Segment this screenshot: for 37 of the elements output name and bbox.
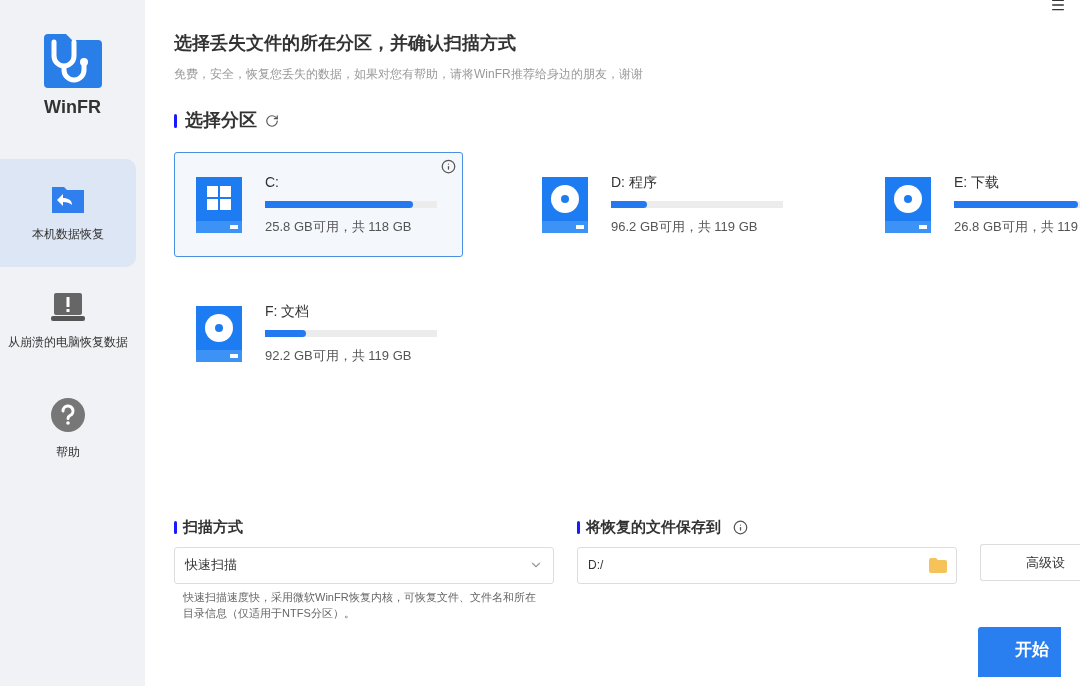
usage-text: 25.8 GB可用，共 118 GB (265, 218, 413, 237)
partition-name: C: (265, 173, 280, 193)
app-name: WinFR (44, 96, 101, 119)
save-path-field[interactable]: D:/ (577, 546, 957, 584)
stethoscope-logo-icon (43, 34, 102, 88)
section-marker (577, 520, 580, 534)
laptop-warning-icon (50, 291, 86, 323)
partition-name: F: 文档 (265, 302, 311, 322)
section-title: 将恢复的文件保存到 (586, 517, 721, 537)
info-icon[interactable] (441, 159, 456, 174)
partition-name: D: 程序 (611, 173, 658, 193)
partition-card[interactable]: C: 25.8 GB可用，共 118 GB (174, 152, 463, 257)
advanced-settings-button[interactable]: 高级设 (980, 544, 1080, 581)
section-title: 扫描方式 (183, 517, 243, 537)
windows-drive-icon (196, 176, 242, 233)
refresh-icon[interactable] (265, 113, 279, 128)
sidebar-item[interactable]: 帮助 (0, 375, 136, 483)
section-marker (174, 520, 177, 534)
help-icon (50, 397, 86, 433)
usage-text: 92.2 GB可用，共 119 GB (265, 347, 413, 366)
sidebar-item[interactable]: 从崩溃的电脑恢复数据 (0, 267, 136, 375)
scan-mode-description: 快速扫描速度快，采用微软WinFR恢复内核，可恢复文件、文件名和所在目录信息（仅适用于NTFS分区）。 (182, 589, 537, 621)
partition-name: E: 下载 (954, 173, 1001, 193)
menu-icon[interactable] (1050, 0, 1066, 13)
usage-text: 96.2 GB可用，共 119 GB (611, 218, 759, 237)
section-marker (174, 113, 177, 128)
page-title: 选择丢失文件的所在分区，并确认扫描方式 (174, 32, 517, 55)
section-title: 选择分区 (185, 109, 257, 132)
scan-mode-dropdown[interactable]: 快速扫描 (174, 546, 554, 584)
disc-drive-icon (885, 176, 931, 233)
page-subtitle: 免费，安全，恢复您丢失的数据，如果对您有帮助，请将WinFR推荐给身边的朋友，谢谢 (174, 66, 644, 83)
usage-text: 26.8 GB可用，共 119 (954, 218, 1080, 237)
start-scan-button[interactable]: 开始 (978, 627, 1061, 677)
sidebar-item[interactable]: 本机数据恢复 (0, 159, 136, 267)
disc-drive-icon (196, 305, 242, 362)
info-icon[interactable] (733, 519, 748, 535)
disc-drive-icon (542, 176, 588, 233)
